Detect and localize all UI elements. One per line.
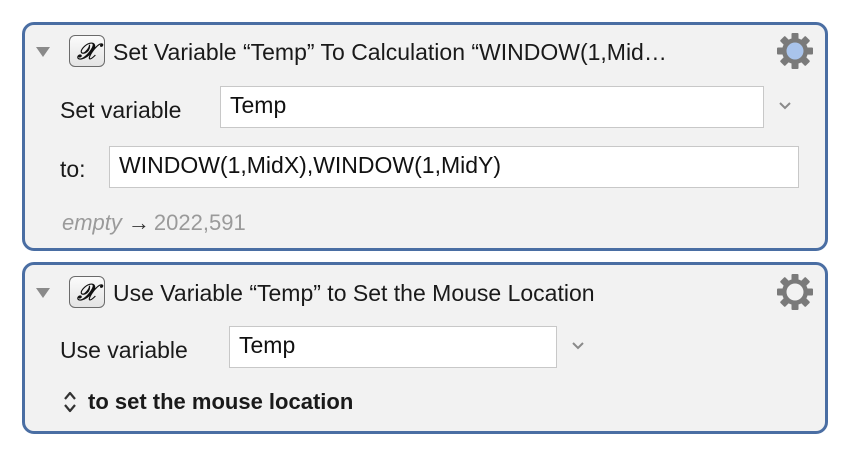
gear-icon[interactable]	[775, 272, 815, 312]
calculator-x-icon: 𝒳	[69, 276, 105, 308]
result-value: 2022,591	[153, 210, 246, 235]
mouse-location-option[interactable]: to set the mouse location	[88, 387, 353, 417]
disclosure-triangle-icon[interactable]	[36, 288, 50, 298]
gear-icon[interactable]	[775, 31, 815, 71]
calculation-result: empty → 2022,591	[62, 208, 246, 238]
result-arrow-icon: →	[127, 210, 150, 235]
calculation-field[interactable]: WINDOW(1,MidX),WINDOW(1,MidY)	[109, 146, 799, 188]
set-mouse-location-action[interactable]: 𝒳 Use Variable “Temp” to Set the Mouse L…	[22, 262, 828, 434]
disclosure-triangle-icon[interactable]	[36, 47, 50, 57]
action-title: Use Variable “Temp” to Set the Mouse Loc…	[113, 280, 595, 306]
variable-name-field[interactable]: Temp	[220, 86, 764, 128]
to-label: to:	[60, 156, 86, 182]
set-variable-label: Set variable	[60, 97, 182, 123]
calculator-x-icon: 𝒳	[69, 35, 105, 67]
action-title: Set Variable “Temp” To Calculation “WIND…	[113, 39, 667, 65]
up-down-stepper-icon[interactable]	[62, 389, 78, 415]
chevron-down-icon[interactable]	[571, 341, 585, 351]
variable-name-field[interactable]: Temp	[229, 326, 557, 368]
use-variable-label: Use variable	[60, 337, 188, 363]
set-variable-action[interactable]: 𝒳 Set Variable “Temp” To Calculation “WI…	[22, 22, 828, 251]
chevron-down-icon[interactable]	[778, 101, 792, 111]
result-prefix: empty	[62, 210, 122, 235]
